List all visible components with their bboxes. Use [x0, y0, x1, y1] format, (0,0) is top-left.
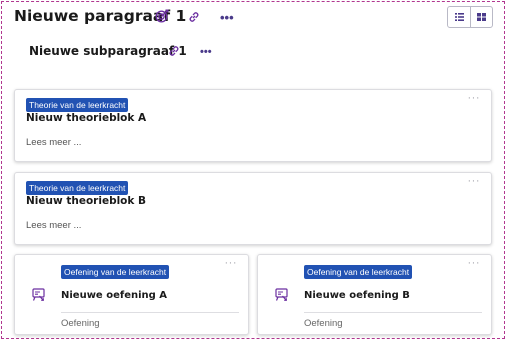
link-icon[interactable] — [168, 45, 180, 57]
card-more-menu[interactable]: ··· — [468, 93, 481, 104]
view-toggle — [447, 6, 493, 28]
subparagraph-title[interactable]: Nieuwe subparagraaf 1 — [29, 44, 187, 58]
subparagraph-more-menu[interactable]: ••• — [200, 47, 212, 58]
read-more-link[interactable]: Lees meer ... — [26, 220, 81, 231]
list-view-button[interactable] — [448, 7, 470, 27]
card-type-label: Oefening — [61, 318, 100, 329]
list-view-icon — [454, 8, 464, 26]
card-title[interactable]: Nieuw theorieblok A — [26, 112, 146, 124]
card-type-badge: Oefening van de leerkracht — [304, 265, 413, 279]
card-type-badge: Oefening van de leerkracht — [61, 265, 170, 279]
card-title[interactable]: Nieuwe oefening A — [61, 290, 167, 301]
exercise-icon — [32, 288, 46, 302]
grid-view-button[interactable] — [470, 7, 492, 27]
theory-block-card[interactable]: ··· Theorie van de leerkracht Nieuw theo… — [14, 172, 492, 245]
card-type-badge: Theorie van de leerkracht — [26, 98, 129, 112]
exercise-card[interactable]: ··· Oefening van de leerkracht Nieuwe oe… — [14, 254, 249, 335]
card-more-menu[interactable]: ··· — [468, 176, 481, 187]
theory-block-card[interactable]: ··· Theorie van de leerkracht Nieuw theo… — [14, 89, 492, 162]
link-icon[interactable] — [188, 11, 200, 23]
card-title[interactable]: Nieuwe oefening B — [304, 290, 410, 301]
card-more-menu[interactable]: ··· — [225, 258, 238, 269]
card-divider — [304, 312, 482, 313]
target-icon[interactable] — [155, 9, 169, 23]
grid-view-icon — [477, 8, 486, 26]
card-type-label: Oefening — [304, 318, 343, 329]
read-more-link[interactable]: Lees meer ... — [26, 137, 81, 148]
exercise-card[interactable]: ··· Oefening van de leerkracht Nieuwe oe… — [257, 254, 492, 335]
card-more-menu[interactable]: ··· — [468, 258, 481, 269]
paragraph-more-menu[interactable]: ••• — [220, 11, 234, 24]
card-type-badge: Theorie van de leerkracht — [26, 181, 129, 195]
card-divider — [61, 312, 239, 313]
exercise-icon — [275, 288, 289, 302]
card-title[interactable]: Nieuw theorieblok B — [26, 195, 146, 207]
